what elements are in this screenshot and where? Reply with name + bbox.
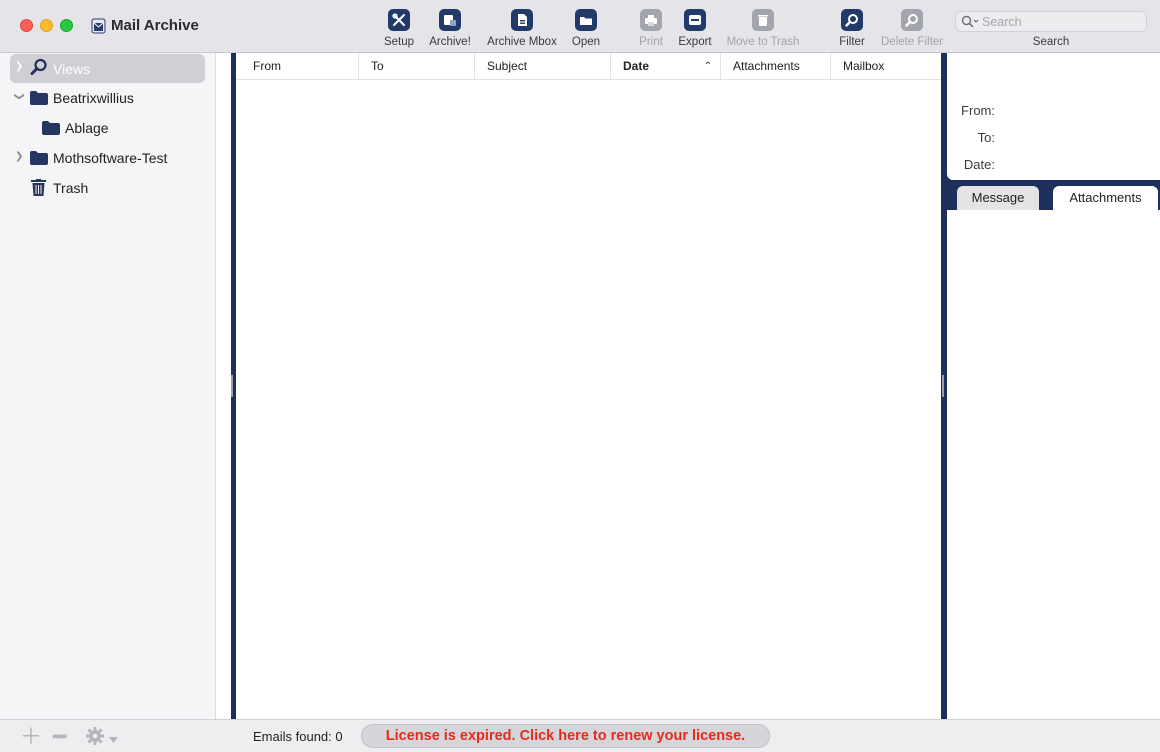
column-header-bar: From To Subject Date ⌃ Attachments Mailb… bbox=[236, 53, 941, 80]
archive-mbox-icon bbox=[511, 9, 533, 31]
date-label: Date: bbox=[963, 157, 995, 172]
tab-attachments[interactable]: Attachments bbox=[1053, 186, 1158, 210]
column-header-date-label: Date bbox=[623, 59, 650, 73]
chevron-right-icon[interactable]: ❯ bbox=[15, 61, 23, 72]
setup-tools-icon bbox=[388, 9, 410, 31]
column-header-to[interactable]: To bbox=[359, 53, 475, 80]
folder-icon bbox=[42, 121, 60, 135]
search-icon bbox=[961, 15, 979, 28]
filter-magnifier-icon bbox=[841, 9, 863, 31]
sort-ascending-icon: ⌃ bbox=[703, 61, 712, 72]
trash-icon bbox=[752, 9, 774, 31]
column-header-from[interactable]: From bbox=[241, 53, 359, 80]
right-split-handle[interactable] bbox=[942, 375, 944, 397]
column-header-mailbox[interactable]: Mailbox bbox=[831, 53, 941, 80]
open-folder-icon bbox=[575, 9, 597, 31]
sidebar-item-label: Ablage bbox=[65, 120, 109, 136]
renew-license-button[interactable]: License is expired. Click here to renew … bbox=[361, 724, 770, 748]
sidebar-item-beatrixwillius[interactable]: ❯ Beatrixwillius bbox=[0, 83, 215, 113]
message-list-pane: From To Subject Date ⌃ Attachments Mailb… bbox=[231, 53, 945, 719]
tab-message[interactable]: Message bbox=[957, 186, 1039, 210]
delete-filter-icon bbox=[901, 9, 923, 31]
printer-icon bbox=[640, 9, 662, 31]
setup-button-label: Setup bbox=[383, 36, 415, 48]
sidebar-item-label: Views bbox=[53, 61, 91, 77]
move-to-trash-button[interactable]: Move to Trash bbox=[724, 9, 802, 51]
folder-icon bbox=[30, 91, 48, 105]
archive-mbox-button[interactable]: Archive Mbox bbox=[484, 9, 560, 51]
delete-filter-button-label: Delete Filter bbox=[881, 36, 943, 48]
move-to-trash-button-label: Move to Trash bbox=[726, 36, 800, 48]
archive-mbox-button-label: Archive Mbox bbox=[487, 36, 557, 48]
export-button[interactable]: Export bbox=[676, 9, 714, 51]
filter-button-label: Filter bbox=[839, 36, 865, 48]
open-button[interactable]: Open bbox=[568, 9, 604, 51]
to-label: To: bbox=[977, 130, 995, 145]
open-button-label: Open bbox=[571, 36, 601, 48]
trash-icon bbox=[31, 179, 46, 196]
export-icon bbox=[684, 9, 706, 31]
zoom-window-button[interactable] bbox=[60, 19, 73, 32]
search-label: Search bbox=[1032, 36, 1070, 48]
archive-button[interactable]: Archive! bbox=[426, 9, 474, 51]
search-input[interactable] bbox=[982, 14, 1142, 30]
remove-icon[interactable]: ━ bbox=[53, 726, 66, 748]
chevron-right-icon[interactable]: ❯ bbox=[15, 151, 23, 162]
column-header-attachments[interactable]: Attachments bbox=[721, 53, 831, 80]
sidebar-item-label: Trash bbox=[53, 180, 89, 196]
sidebar-item-label: Beatrixwillius bbox=[53, 90, 134, 106]
filter-button[interactable]: Filter bbox=[834, 9, 870, 51]
delete-filter-button[interactable]: Delete Filter bbox=[878, 9, 946, 51]
message-list[interactable]: From To Subject Date ⌃ Attachments Mailb… bbox=[236, 53, 941, 719]
folder-icon bbox=[30, 151, 48, 165]
toolbar: Mail Archive Setup Archive! Archive Mbox bbox=[0, 0, 1160, 53]
sidebar-item-ablage[interactable]: Ablage bbox=[0, 113, 215, 143]
close-window-button[interactable] bbox=[20, 19, 33, 32]
app-icon bbox=[91, 18, 106, 34]
setup-button[interactable]: Setup bbox=[380, 9, 418, 51]
status-bar: ＋ ━ Emails found: 0 License is expired. … bbox=[0, 719, 1160, 752]
archive-button-label: Archive! bbox=[429, 36, 471, 48]
message-header-card: From: To: Date: bbox=[947, 53, 1160, 180]
sidebar-item-trash[interactable]: Trash bbox=[0, 173, 215, 203]
archive-icon bbox=[439, 9, 461, 31]
preview-pane: From: To: Date: Message Attachments bbox=[945, 53, 1160, 719]
sidebar-item-views[interactable]: ❯ Views bbox=[0, 53, 215, 83]
add-icon[interactable]: ＋ bbox=[20, 726, 42, 748]
chevron-down-icon[interactable]: ❯ bbox=[14, 92, 25, 100]
mail-archive-window: Mail Archive Setup Archive! Archive Mbox bbox=[0, 0, 1160, 752]
preview-content[interactable] bbox=[947, 210, 1160, 719]
sidebar-item-mothsoftware-test[interactable]: ❯ Mothsoftware-Test bbox=[0, 143, 215, 173]
minimize-window-button[interactable] bbox=[40, 19, 53, 32]
app-title: Mail Archive bbox=[111, 17, 199, 34]
from-label: From: bbox=[961, 103, 995, 118]
print-button-label: Print bbox=[639, 36, 663, 48]
emails-found-count: Emails found: 0 bbox=[253, 729, 343, 744]
sidebar: ❯ Views ❯ Beatrixwillius Ablage ❯ Mothso… bbox=[0, 53, 216, 719]
search-field[interactable] bbox=[955, 11, 1147, 32]
export-button-label: Export bbox=[678, 36, 712, 48]
column-header-subject[interactable]: Subject bbox=[475, 53, 611, 80]
magnifier-icon bbox=[30, 58, 47, 75]
sidebar-item-label: Mothsoftware-Test bbox=[53, 150, 168, 166]
gear-icon[interactable] bbox=[86, 727, 120, 747]
column-header-date[interactable]: Date ⌃ bbox=[611, 53, 721, 80]
left-split-handle[interactable] bbox=[231, 375, 233, 397]
print-button[interactable]: Print bbox=[634, 9, 668, 51]
